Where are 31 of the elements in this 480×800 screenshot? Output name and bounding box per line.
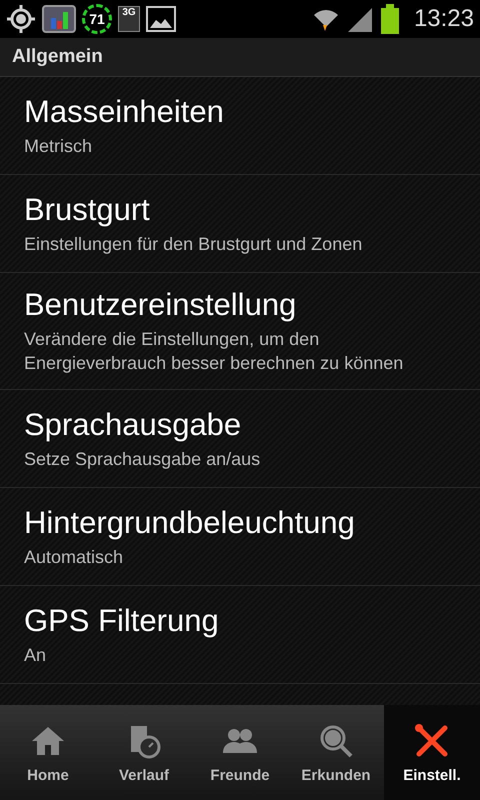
setting-summary: Automatisch <box>24 546 124 568</box>
clock-time: 13:23 <box>414 5 474 33</box>
setting-summary: An <box>24 644 48 666</box>
setting-title: Sprachausgabe <box>24 406 242 442</box>
settings-item[interactable]: Sprachausgabe Setze Sprachausgabe an/aus <box>0 390 480 488</box>
settings-item[interactable]: Hintergrundbeleuchtung Automatisch <box>0 488 480 586</box>
settings-item[interactable]: Benutzereinstellung Verändere die Einstellungen, um den Energieverbrauch besser berechnen zu können <box>0 273 480 390</box>
network-badge: 3G <box>118 6 140 32</box>
tab[interactable]: Freunde <box>192 705 288 800</box>
tab[interactable]: Einstell. <box>384 705 480 800</box>
setting-summary: Metrisch <box>24 134 94 158</box>
settings-item[interactable]: Brustgurt Einstellungen für den Brustgurt und Zonen <box>0 175 480 273</box>
setting-summary: Einstellungen für den Brustgurt und Zonen <box>24 232 364 256</box>
section-header: Allgemein <box>12 46 103 68</box>
gps-icon <box>6 4 36 34</box>
battery-icon <box>380 4 400 34</box>
setting-title: Hintergrundbeleuchtung <box>24 504 356 540</box>
setting-title: Benutzereinstellung <box>24 287 298 323</box>
settings-item[interactable]: Masseinheiten Metrisch <box>0 77 480 175</box>
tab[interactable]: Home <box>0 705 96 800</box>
settings-item[interactable]: GPS Filterung An <box>0 586 480 684</box>
setting-title: GPS Filterung <box>24 602 220 638</box>
setting-title: Brustgurt <box>24 192 151 228</box>
bar-chart-icon <box>42 4 76 34</box>
setting-summary: Setze Sprachausgabe an/aus <box>24 448 262 470</box>
image-icon <box>146 6 176 32</box>
tab[interactable]: Verlauf <box>96 705 192 800</box>
tab[interactable]: Erkunden <box>288 705 384 800</box>
setting-summary: Verändere die Einstellungen, um den Energieverbrauch besser berechnen zu können <box>24 328 404 375</box>
setting-title: Masseinheiten <box>24 94 225 130</box>
progress-badge: 71 <box>82 4 112 34</box>
